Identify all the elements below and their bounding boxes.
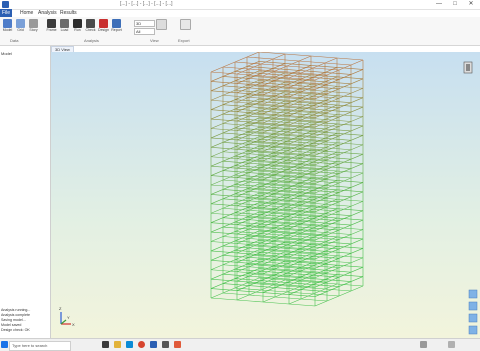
- grid-button[interactable]: Grid: [15, 19, 26, 37]
- report-button[interactable]: Report: [111, 19, 122, 37]
- view-icon: [156, 19, 167, 30]
- export-icon: [180, 19, 191, 30]
- design-icon: [99, 19, 108, 28]
- story-icon: [29, 19, 38, 28]
- taskbar: Type here to search: [0, 338, 480, 351]
- task-view-icon[interactable]: [102, 341, 109, 348]
- filter-select[interactable]: All: [134, 28, 155, 35]
- frame-icon: [47, 19, 56, 28]
- log-line: Analysis running...: [1, 308, 31, 312]
- frame-button[interactable]: Frame: [46, 19, 57, 37]
- ribbon: Model Grid Story Data Frame Load Run Che…: [0, 17, 480, 46]
- clock-area[interactable]: [448, 341, 455, 348]
- close-button[interactable]: ✕: [464, 0, 478, 9]
- check-button[interactable]: Check: [85, 19, 96, 37]
- axis-triad: Z X Y: [59, 306, 75, 327]
- group-label-analysis: Analysis: [84, 38, 99, 43]
- grid-icon: [16, 19, 25, 28]
- log-line: Saving model...: [1, 318, 26, 322]
- home-view-icon[interactable]: [468, 325, 478, 335]
- app-icon[interactable]: [174, 341, 181, 348]
- tab-results[interactable]: Results: [56, 9, 81, 17]
- group-label-data: Data: [10, 38, 19, 43]
- export-button[interactable]: [180, 19, 191, 37]
- edge-icon[interactable]: [126, 341, 133, 348]
- store-icon[interactable]: [150, 341, 157, 348]
- tab-file[interactable]: File: [0, 9, 12, 17]
- file-explorer-icon[interactable]: [114, 341, 121, 348]
- nav-bar[interactable]: [468, 289, 478, 335]
- log-line: Model saved: [1, 323, 22, 327]
- window-title: [...] - [...] - [...] - [...] - [...]: [120, 1, 173, 7]
- story-button[interactable]: Story: [28, 19, 39, 37]
- log-line: Design check: OK: [1, 328, 30, 332]
- mail-icon[interactable]: [162, 341, 169, 348]
- load-button[interactable]: Load: [59, 19, 70, 37]
- log-line: Analysis complete: [1, 313, 30, 317]
- model-icon: [3, 19, 12, 28]
- view-button[interactable]: [156, 19, 167, 37]
- axis-label-z: Z: [59, 306, 62, 311]
- axis-label-x: X: [72, 322, 75, 327]
- start-icon[interactable]: [1, 341, 8, 348]
- run-icon: [73, 19, 82, 28]
- orbit-icon[interactable]: [468, 313, 478, 323]
- app-icon[interactable]: [2, 1, 9, 8]
- viewport-overlays: Z X Y: [59, 61, 478, 335]
- group-label-export: Export: [178, 38, 190, 43]
- report-icon: [112, 19, 121, 28]
- tree-item-model[interactable]: Model: [1, 51, 12, 56]
- maximize-button[interactable]: □: [448, 0, 462, 9]
- minimize-button[interactable]: —: [432, 0, 446, 9]
- run-button[interactable]: Run: [72, 19, 83, 37]
- pan-icon[interactable]: [468, 289, 478, 299]
- view-cube-icon[interactable]: [463, 61, 473, 74]
- zoom-icon[interactable]: [468, 301, 478, 311]
- check-icon: [86, 19, 95, 28]
- system-tray-icon[interactable]: [420, 341, 427, 348]
- chrome-icon[interactable]: [138, 341, 145, 348]
- ribbon-tabs: File Home Analysis Results: [0, 9, 480, 17]
- axis-label-y: Y: [67, 315, 70, 320]
- load-icon: [60, 19, 69, 28]
- group-label-view: View: [150, 38, 159, 43]
- model-viewport[interactable]: Z X Y: [51, 52, 480, 338]
- design-button[interactable]: Design: [98, 19, 109, 37]
- model-explorer: Model Analysis running... Analysis compl…: [0, 46, 51, 338]
- model-button[interactable]: Model: [2, 19, 13, 37]
- view-mode-select[interactable]: 3D: [134, 20, 155, 27]
